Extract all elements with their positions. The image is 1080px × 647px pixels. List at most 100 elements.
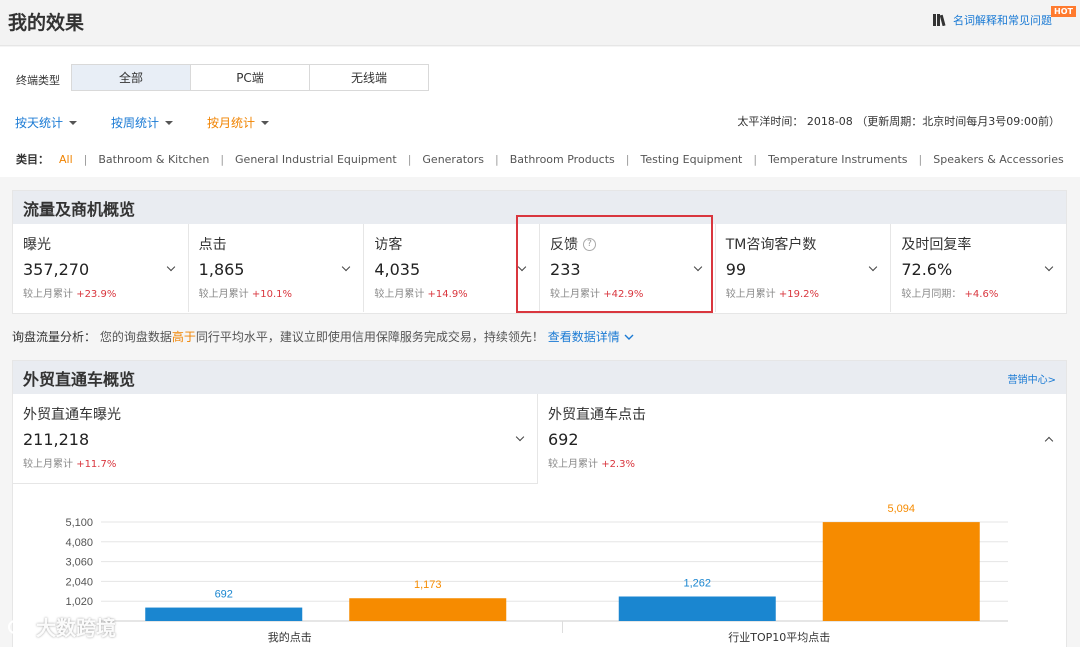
terminal-option-pc[interactable]: PC端 [190, 64, 310, 91]
caret-down-icon [69, 120, 78, 125]
metric-label: 访客 [374, 237, 403, 253]
metric-card-tm-consult[interactable]: TM咨询客户数 99 较上月累计 +19.2% [716, 224, 892, 312]
page-header: 我的效果 名词解释和常见问题 HOT [0, 0, 1080, 46]
metric-card-visitors[interactable]: 访客 4,035 较上月累计 +14.9% [364, 224, 541, 312]
metric-value: 692 [548, 430, 579, 449]
category-separator: | [918, 152, 923, 166]
view-details-link[interactable]: 查看数据详情 [548, 330, 620, 344]
category-separator: | [625, 152, 630, 166]
watermark: 大数跨境 [8, 612, 116, 641]
category-item[interactable]: Bathroom & Kitchen [98, 153, 209, 166]
caret-down-icon [261, 120, 270, 125]
inquiry-analysis: 询盘流量分析： 您的询盘数据高于同行平均水平，建议立即使用信用保障服务完成交易，… [12, 328, 634, 345]
category-separator: | [220, 152, 225, 166]
chart-bar [145, 607, 303, 621]
category-item[interactable]: Generators [422, 153, 484, 166]
metric-change: +2.3% [601, 459, 635, 470]
book-icon [933, 14, 946, 26]
page-title: 我的效果 [8, 12, 85, 34]
metric-compare: 较上月累计 +2.3% [548, 455, 1066, 470]
x-category-label: 行业TOP10平均点击 [728, 631, 830, 644]
metric-compare-label: 较上月累计 [374, 289, 425, 300]
help-link-label[interactable]: 名词解释和常见问题 [953, 12, 1052, 28]
marketing-center-link[interactable]: 营销中心> [1008, 371, 1056, 386]
metric-card-dtc-clicks[interactable]: 外贸直通车点击 692 较上月累计 +2.3% [538, 394, 1066, 484]
metric-compare-label: 较上月累计 [198, 289, 249, 300]
metric-card-reply-rate[interactable]: 及时回复率 72.6% 较上月同期： +4.6% [891, 224, 1066, 312]
caret-down-icon [165, 120, 174, 125]
metric-change: +10.1% [251, 289, 293, 300]
chevron-down-icon[interactable] [624, 334, 634, 341]
category-item[interactable]: Temperature Instruments [768, 153, 907, 166]
category-separator: | [83, 152, 88, 166]
category-separator: | [753, 152, 758, 166]
y-tick-label: 5,100 [65, 517, 93, 529]
metric-change: +19.2% [778, 289, 820, 300]
category-item[interactable]: Testing Equipment [640, 153, 742, 166]
x-category-label: 我的点击 [268, 630, 312, 644]
metric-label: 外贸直通车曝光 [23, 407, 121, 423]
terminal-option-all[interactable]: 全部 [71, 64, 191, 91]
terminal-segmented-control: 全部 PC端 无线端 [71, 64, 429, 91]
metric-value: 99 [725, 260, 747, 279]
stat-by-week-label[interactable]: 按周统计 [111, 114, 159, 131]
stat-period-links: 按天统计 按周统计 按月统计 [15, 114, 270, 131]
metric-value: 72.6% [901, 260, 953, 279]
bar-value-label: 1,262 [683, 578, 711, 590]
y-tick-label: 4,080 [65, 537, 93, 549]
metric-change: +4.6% [964, 289, 999, 300]
metric-compare-label: 较上月累计 [548, 459, 598, 470]
analysis-text: 同行平均水平，建议立即使用信用保障服务完成交易，持续领先！ [195, 330, 544, 344]
bar-value-label: 692 [215, 589, 233, 601]
bar-value-label: 5,094 [887, 503, 915, 515]
metric-compare-label: 较上月累计 [725, 289, 776, 300]
metric-card-clicks[interactable]: 点击 1,865 较上月累计 +10.1% [189, 224, 365, 312]
metric-value: 357,270 [23, 260, 90, 279]
category-item[interactable]: All [59, 153, 73, 166]
time-info: 太平洋时间： 2018-08 （更新周期：北京时间每月3号09:00前） [737, 115, 1060, 128]
analysis-text: 您的询盘数据 [99, 330, 172, 344]
stat-by-day-dropdown[interactable]: 按天统计 [15, 114, 78, 131]
chart-bar [349, 598, 507, 621]
metric-change: +23.9% [76, 289, 117, 300]
highlight-annotation-box [516, 215, 713, 313]
metric-compare: 较上月累计 +10.1% [199, 285, 364, 300]
stat-by-day-label[interactable]: 按天统计 [15, 114, 63, 131]
chart-bar [822, 522, 980, 621]
metric-compare-label: 较上月累计 [23, 289, 73, 300]
analysis-highlight: 高于 [171, 330, 196, 344]
metric-card-dtc-exposure[interactable]: 外贸直通车曝光 211,218 较上月累计 +11.7% [13, 394, 538, 484]
stat-by-week-dropdown[interactable]: 按周统计 [111, 114, 174, 131]
dtc-clicks-bar-chart: 5,100 4,080 3,060 2,040 1,020 692 1,173 我的点击 1,2… [65, 503, 1008, 644]
metric-value: 4,035 [374, 260, 421, 279]
category-item[interactable]: Bathroom Products [510, 153, 615, 166]
y-tick-label: 1,020 [65, 596, 93, 608]
y-tick-label: 3,060 [65, 557, 93, 569]
metric-card-exposure[interactable]: 曝光 357,270 较上月累计 +23.9% [13, 224, 189, 312]
metric-value: 211,218 [23, 430, 90, 449]
terminal-option-mobile[interactable]: 无线端 [309, 64, 429, 91]
metric-label: 及时回复率 [901, 237, 972, 253]
help-link[interactable]: 名词解释和常见问题 [933, 12, 1052, 28]
metric-compare-label: 较上月累计 [23, 459, 73, 470]
metric-compare-label: 较上月同期： [901, 289, 962, 300]
dtc-overview-header: 外贸直通车概览 营销中心> [13, 361, 1066, 394]
metric-compare: 较上月累计 +23.9% [23, 285, 188, 300]
category-label: 类目： [16, 153, 49, 166]
dtc-metrics: 外贸直通车曝光 211,218 较上月累计 +11.7% 外贸直通车点击 692… [13, 394, 1066, 484]
hot-badge: HOT [1051, 6, 1076, 17]
metric-compare: 较上月累计 +19.2% [726, 285, 891, 300]
y-tick-label: 2,040 [65, 576, 93, 588]
stat-by-month-label[interactable]: 按月统计 [207, 114, 255, 131]
stat-by-month-dropdown[interactable]: 按月统计 [207, 114, 270, 131]
metric-compare: 较上月累计 +11.7% [23, 455, 537, 470]
metric-change: +11.7% [76, 459, 117, 470]
category-item[interactable]: Speakers & Accessories [933, 153, 1064, 166]
metric-label: 曝光 [23, 237, 51, 253]
category-filter: 类目： All | Bathroom & Kitchen | General I… [16, 151, 1064, 167]
dtc-overview-panel: 外贸直通车概览 营销中心> 外贸直通车曝光 211,218 较上月累计 +11.… [12, 360, 1067, 647]
category-item[interactable]: General Industrial Equipment [235, 153, 397, 166]
chart-bar [618, 596, 776, 621]
metric-compare: 较上月累计 +14.9% [374, 285, 539, 300]
metric-label: 外贸直通车点击 [548, 407, 646, 423]
